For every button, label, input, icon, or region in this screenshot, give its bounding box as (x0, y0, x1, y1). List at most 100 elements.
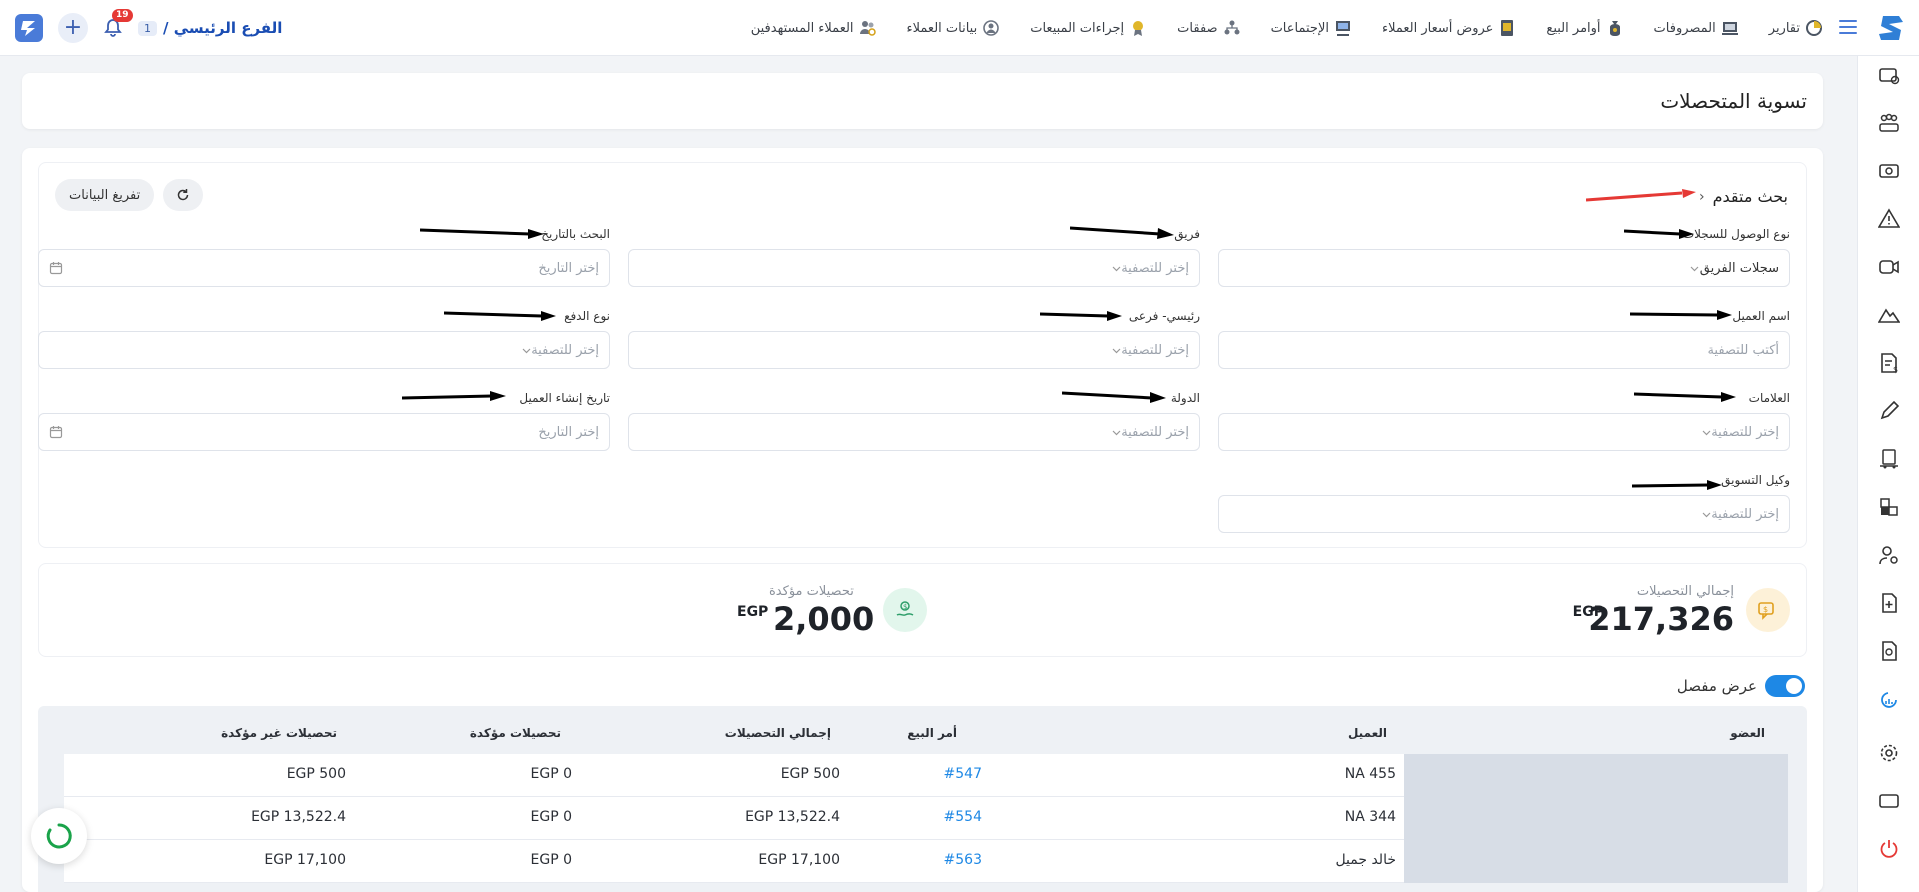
money-icon[interactable] (1878, 160, 1900, 182)
annotation-arrow (444, 311, 556, 321)
user-settings-icon[interactable] (1878, 544, 1900, 566)
total-collections-currency: EGP (1572, 604, 1604, 620)
menu-icon[interactable] (1839, 18, 1857, 36)
invoice-icon[interactable]: $ (1878, 352, 1900, 374)
nav-target-customers[interactable]: العملاء المستهدفين (751, 19, 877, 37)
main-sub-placeholder: إختر للتصفية (1121, 342, 1189, 358)
nav-deals[interactable]: صفقات (1177, 19, 1240, 37)
reports-chart-icon[interactable] (1878, 688, 1900, 710)
marketing-agent-placeholder: إختر للتصفية (1711, 506, 1779, 522)
nav-label: الإجتماعات (1270, 20, 1329, 36)
document-search-icon[interactable] (1878, 640, 1900, 662)
header-sales-order: أمر البيع (907, 726, 957, 740)
nav-sales-actions[interactable]: إجراءات المبيعات (1030, 19, 1147, 37)
boxes-icon[interactable] (1878, 496, 1900, 518)
page-title-card: تسوية المتحصلات (22, 73, 1823, 129)
nav-expenses[interactable]: المصروفات (1654, 19, 1739, 37)
nav-label: تقارير (1768, 20, 1800, 36)
refresh-button[interactable] (163, 179, 203, 211)
nav-customer-quotes[interactable]: عروض أسعار العملاء (1382, 19, 1516, 37)
mountain-icon[interactable] (1878, 304, 1900, 326)
brand-logo-icon[interactable] (1873, 10, 1909, 46)
payment-type-label: نوع الدفع (564, 309, 610, 323)
team-select[interactable]: إختر للتصفية (628, 249, 1200, 287)
page-title: تسوية المتحصلات (1660, 89, 1807, 113)
customer-created-field[interactable]: إختر التاريخ (38, 413, 610, 451)
tags-placeholder: إختر للتصفية (1711, 424, 1779, 440)
main-sub-select[interactable]: إختر للتصفية (628, 331, 1200, 369)
nav-reports[interactable]: تقارير (1769, 19, 1823, 37)
table-row[interactable]: NA 455 #547 EGP 500 EGP 0 EGP 500 (64, 754, 1788, 797)
payment-type-select[interactable]: إختر للتصفية (38, 331, 610, 369)
sales-order-link[interactable]: #563 (944, 852, 982, 868)
power-icon[interactable] (1878, 838, 1900, 860)
branch-number: 1 (138, 20, 157, 36)
nav-meetings[interactable]: الإجتماعات (1271, 19, 1352, 37)
detailed-view-toggle[interactable]: عرض مفصل (1677, 675, 1805, 697)
detailed-view-label: عرض مفصل (1676, 677, 1757, 695)
member-cell (1404, 840, 1788, 883)
chevron-down-icon (521, 345, 531, 355)
confirmed-cell: EGP 0 (530, 809, 573, 825)
table-row[interactable]: خالد جميل #563 EGP 17,100 EGP 0 EGP 17,1… (64, 840, 1788, 883)
advanced-search-toggle[interactable]: ‹ بحث متقدم (1699, 187, 1788, 206)
warning-icon[interactable] (1878, 208, 1900, 230)
customer-cell: NA 344 (1344, 809, 1396, 825)
sales-order-link[interactable]: #547 (944, 766, 982, 782)
main-content: ‹ بحث متقدم تفريغ البيانات نوع الوصول لل… (22, 148, 1823, 892)
annotation-arrow (1070, 226, 1174, 239)
customer-name-input[interactable]: أكتب للتصفية (1218, 331, 1790, 369)
marketing-agent-select[interactable]: إختر للتصفية (1218, 495, 1790, 533)
marketing-agent-label: وكيل التسويق (1721, 473, 1790, 487)
video-call-icon[interactable] (1878, 256, 1900, 278)
meetings-icon (1334, 19, 1352, 37)
delivery-icon[interactable] (1878, 448, 1900, 470)
total-collections-icon: $ (1746, 588, 1790, 632)
date-search-field[interactable]: إختر التاريخ (38, 249, 610, 287)
add-button[interactable]: + (58, 13, 88, 43)
confirmed-collections-value: 2,000 (773, 600, 875, 638)
tags-select[interactable]: إختر للتصفية (1218, 413, 1790, 451)
calendar-icon (49, 425, 63, 439)
member-cell (1404, 797, 1788, 840)
unconfirmed-cell: EGP 500 (286, 766, 346, 782)
toggle-switch[interactable] (1765, 675, 1805, 697)
table-row[interactable]: NA 344 #554 EGP 13,522.4 EGP 0 EGP 13,52… (64, 797, 1788, 840)
chevron-down-icon (1701, 427, 1711, 437)
branch-selector[interactable]: الفرع الرئيسي / 1 (138, 19, 282, 37)
loading-spinner-icon (31, 808, 87, 864)
nav-customer-data[interactable]: بيانات العملاء (907, 19, 1001, 37)
fullscreen-icon[interactable] (1878, 790, 1900, 812)
wallet-settings-icon[interactable] (1878, 64, 1900, 86)
date-search-label: البحث بالتاريخ (541, 227, 610, 241)
chevron-down-icon (1701, 509, 1711, 519)
svg-text:$: $ (1763, 605, 1768, 614)
nav-label: إجراءات المبيعات (1030, 20, 1125, 36)
confirmed-cell: EGP 0 (530, 766, 573, 782)
total-cell: EGP 17,100 (758, 852, 840, 868)
notifications-button[interactable]: 19 (100, 9, 133, 41)
date-search-placeholder: إختر التاريخ (538, 260, 599, 276)
app-logo-icon[interactable] (12, 11, 46, 45)
right-sidebar: $ (1857, 56, 1919, 892)
settings-icon[interactable] (1878, 742, 1900, 764)
main-nav: العملاء المستهدفين بيانات العملاء إجراءا… (751, 0, 1823, 56)
customer-cell: NA 455 (1344, 766, 1396, 782)
annotation-arrow-red (1586, 189, 1696, 202)
advanced-search-label: بحث متقدم (1712, 187, 1788, 206)
nav-sales-orders[interactable]: أوامر البيع (1546, 19, 1623, 37)
users-target-icon (859, 19, 877, 37)
clear-data-button[interactable]: تفريغ البيانات (55, 179, 155, 211)
chevron-left-icon: ‹ (1699, 188, 1705, 205)
add-document-icon[interactable] (1878, 592, 1900, 614)
sales-order-link[interactable]: #554 (944, 809, 982, 825)
header-tools: + 19 الفرع الرئيسي / 1 (12, 9, 282, 47)
pen-icon[interactable] (1878, 400, 1900, 422)
expenses-icon (1721, 19, 1739, 37)
group-icon[interactable] (1878, 112, 1900, 134)
team-label: فريق (1174, 227, 1200, 241)
access-type-select[interactable]: سجلات الفريق (1218, 249, 1790, 287)
member-cell (1404, 754, 1788, 797)
country-select[interactable]: إختر للتصفية (628, 413, 1200, 451)
main-sub-label: رئيسي- فرعى (1128, 309, 1200, 323)
